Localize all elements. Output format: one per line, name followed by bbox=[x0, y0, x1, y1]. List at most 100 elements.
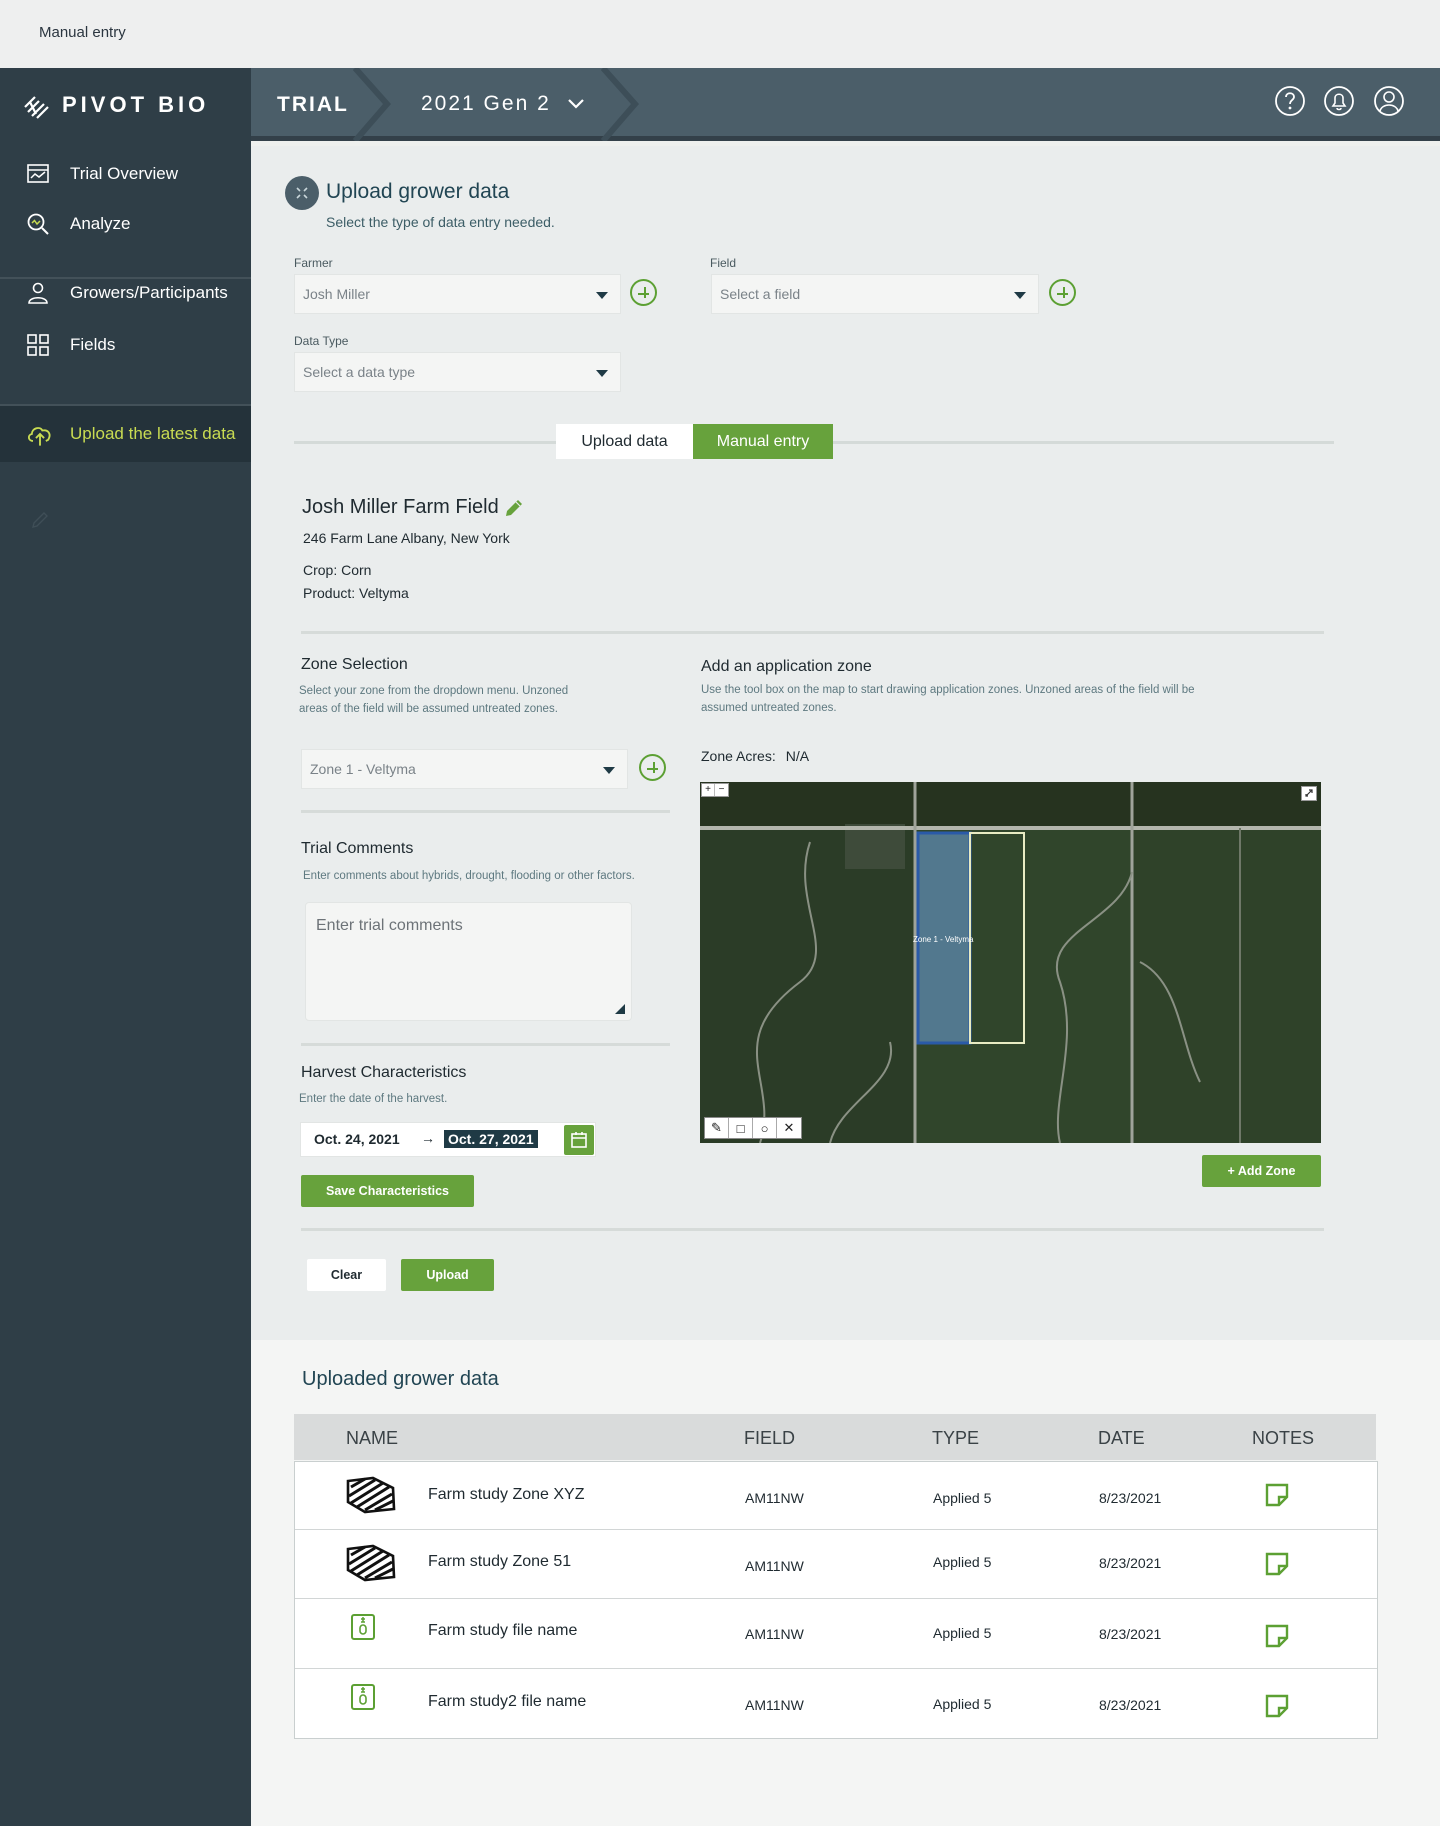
save-characteristics-button[interactable]: Save Characteristics bbox=[301, 1175, 474, 1207]
add-field-button[interactable] bbox=[1049, 279, 1076, 306]
zone-shape-icon bbox=[346, 1476, 396, 1514]
resize-handle-icon[interactable] bbox=[615, 1004, 625, 1014]
divider bbox=[301, 1043, 670, 1046]
caret-down-icon bbox=[596, 292, 608, 299]
fullscreen-icon[interactable] bbox=[1301, 786, 1317, 801]
zone-selection-title: Zone Selection bbox=[301, 656, 408, 673]
bell-icon[interactable] bbox=[1323, 85, 1355, 117]
draw-rectangle-icon[interactable]: □ bbox=[729, 1118, 753, 1138]
tab-manual-entry[interactable]: Manual entry bbox=[693, 424, 833, 459]
add-zone-select-button[interactable] bbox=[639, 754, 666, 781]
zoom-in-button[interactable]: + bbox=[702, 784, 715, 796]
farm-crop: Crop: Corn bbox=[303, 562, 372, 578]
datatype-select[interactable]: Select a data type bbox=[294, 352, 621, 392]
divider bbox=[301, 1228, 1324, 1231]
harvest-start-date[interactable]: Oct. 24, 2021 bbox=[314, 1131, 400, 1147]
brand-logo[interactable]: PIVOT BIO bbox=[22, 90, 209, 120]
clear-drawing-icon[interactable]: ✕ bbox=[777, 1118, 801, 1138]
page-title: Upload grower data bbox=[326, 180, 510, 203]
row-date: 8/23/2021 bbox=[1099, 1626, 1162, 1642]
edit-pencil-icon[interactable] bbox=[503, 497, 525, 519]
add-farmer-button[interactable] bbox=[630, 279, 657, 306]
help-icon[interactable] bbox=[1274, 85, 1306, 117]
row-type: Applied 5 bbox=[933, 1625, 992, 1641]
cloud-upload-icon bbox=[27, 427, 51, 446]
top-bar: Manual entry bbox=[0, 0, 1440, 68]
header-section[interactable]: TRIAL bbox=[277, 93, 349, 117]
trial-comments-input[interactable]: Enter trial comments bbox=[305, 902, 632, 1021]
app-zone-desc-2: assumed untreated zones. bbox=[701, 702, 837, 714]
zone-select[interactable]: Zone 1 - Veltyma bbox=[301, 749, 628, 789]
sidebar-item-analyze[interactable]: Analyze bbox=[0, 202, 251, 246]
farm-product: Product: Veltyma bbox=[303, 585, 409, 601]
draw-pencil-icon[interactable]: ✎ bbox=[705, 1118, 729, 1138]
table-row[interactable]: Farm study Zone XYZ AM11NW Applied 5 8/2… bbox=[295, 1462, 1377, 1530]
clear-button[interactable]: Clear bbox=[307, 1259, 386, 1291]
harvest-date-range[interactable]: Oct. 24, 2021 → Oct. 27, 2021 bbox=[300, 1122, 596, 1157]
table-row[interactable]: Farm study Zone 51 AM11NW Applied 5 8/23… bbox=[295, 1530, 1377, 1599]
note-icon[interactable] bbox=[1264, 1551, 1290, 1577]
map-zoom-control[interactable]: + − bbox=[701, 783, 729, 797]
sidebar-item-upload[interactable]: Upload the latest data bbox=[0, 406, 251, 462]
farmer-select[interactable]: Josh Miller bbox=[294, 274, 621, 314]
tab-upload-data[interactable]: Upload data bbox=[556, 424, 693, 459]
uploaded-table: Farm study Zone XYZ AM11NW Applied 5 8/2… bbox=[294, 1461, 1378, 1739]
harvest-end-date[interactable]: Oct. 27, 2021 bbox=[444, 1130, 538, 1148]
sidebar-item-fields[interactable]: Fields bbox=[0, 323, 251, 367]
table-row[interactable]: Farm study2 file name AM11NW Applied 5 8… bbox=[295, 1669, 1377, 1739]
calendar-icon[interactable] bbox=[564, 1125, 594, 1155]
zip-file-icon bbox=[351, 1614, 375, 1640]
trial-comments-placeholder: Enter trial comments bbox=[316, 917, 463, 934]
expand-icon[interactable] bbox=[285, 176, 319, 210]
column-header-name[interactable]: NAME bbox=[346, 1428, 398, 1449]
note-icon[interactable] bbox=[1264, 1693, 1290, 1719]
row-field: AM11NW bbox=[745, 1626, 804, 1642]
table-row[interactable]: Farm study file name AM11NW Applied 5 8/… bbox=[295, 1599, 1377, 1669]
add-zone-button[interactable]: + Add Zone bbox=[1202, 1155, 1321, 1187]
field-map[interactable]: Zone 1 - Veltyma + − ✎ □ ○ ✕ bbox=[700, 782, 1321, 1143]
chevron-down-icon[interactable] bbox=[566, 94, 586, 114]
trial-name[interactable]: 2021 Gen 2 bbox=[421, 92, 551, 116]
analyze-icon bbox=[27, 213, 49, 235]
row-name: Farm study file name bbox=[428, 1622, 578, 1639]
arrow-right-icon: → bbox=[421, 1130, 435, 1146]
caret-down-icon bbox=[603, 767, 615, 774]
field-select[interactable]: Select a field bbox=[711, 274, 1039, 314]
sidebar-item-growers[interactable]: Growers/Participants bbox=[0, 271, 251, 315]
zoom-out-button[interactable]: − bbox=[715, 784, 728, 796]
row-type: Applied 5 bbox=[933, 1696, 992, 1712]
row-field: AM11NW bbox=[745, 1490, 804, 1506]
zone-acres-value: N/A bbox=[785, 748, 810, 764]
page-subtitle: Select the type of data entry needed. bbox=[326, 214, 555, 230]
column-header-notes[interactable]: NOTES bbox=[1252, 1428, 1314, 1449]
column-header-date[interactable]: DATE bbox=[1098, 1428, 1145, 1449]
row-name: Farm study Zone 51 bbox=[428, 1553, 572, 1570]
sidebar-item-trial-overview[interactable]: Trial Overview bbox=[0, 152, 251, 196]
harvest-desc: Enter the date of the harvest. bbox=[299, 1093, 448, 1105]
sidebar-item-label: Upload the latest data bbox=[70, 424, 236, 443]
column-header-type[interactable]: TYPE bbox=[932, 1428, 979, 1449]
grid-icon bbox=[27, 334, 49, 356]
pencil-icon[interactable] bbox=[30, 510, 50, 530]
farm-title: Josh Miller Farm Field bbox=[302, 496, 499, 518]
datatype-placeholder: Select a data type bbox=[303, 364, 416, 380]
draw-circle-icon[interactable]: ○ bbox=[753, 1118, 777, 1138]
trial-comments-desc: Enter comments about hybrids, drought, f… bbox=[303, 870, 635, 882]
row-date: 8/23/2021 bbox=[1099, 1697, 1162, 1713]
caret-down-icon bbox=[596, 370, 608, 377]
row-name: Farm study Zone XYZ bbox=[428, 1486, 585, 1503]
sidebar-item-label: Growers/Participants bbox=[70, 283, 228, 302]
farm-address: 246 Farm Lane Albany, New York bbox=[303, 530, 510, 546]
sidebar: PIVOT BIO Trial Overview Analyze Growers… bbox=[0, 68, 251, 1826]
row-name: Farm study2 file name bbox=[428, 1693, 587, 1710]
upload-button[interactable]: Upload bbox=[401, 1259, 494, 1291]
caret-down-icon bbox=[1014, 292, 1026, 299]
user-icon[interactable] bbox=[1373, 85, 1405, 117]
note-icon[interactable] bbox=[1264, 1482, 1290, 1508]
farmer-value: Josh Miller bbox=[303, 286, 370, 302]
row-date: 8/23/2021 bbox=[1099, 1555, 1162, 1571]
column-header-field[interactable]: FIELD bbox=[744, 1428, 795, 1449]
breadcrumb-chevron-icon bbox=[353, 68, 391, 141]
brand-name: PIVOT BIO bbox=[62, 92, 210, 117]
note-icon[interactable] bbox=[1264, 1623, 1290, 1649]
